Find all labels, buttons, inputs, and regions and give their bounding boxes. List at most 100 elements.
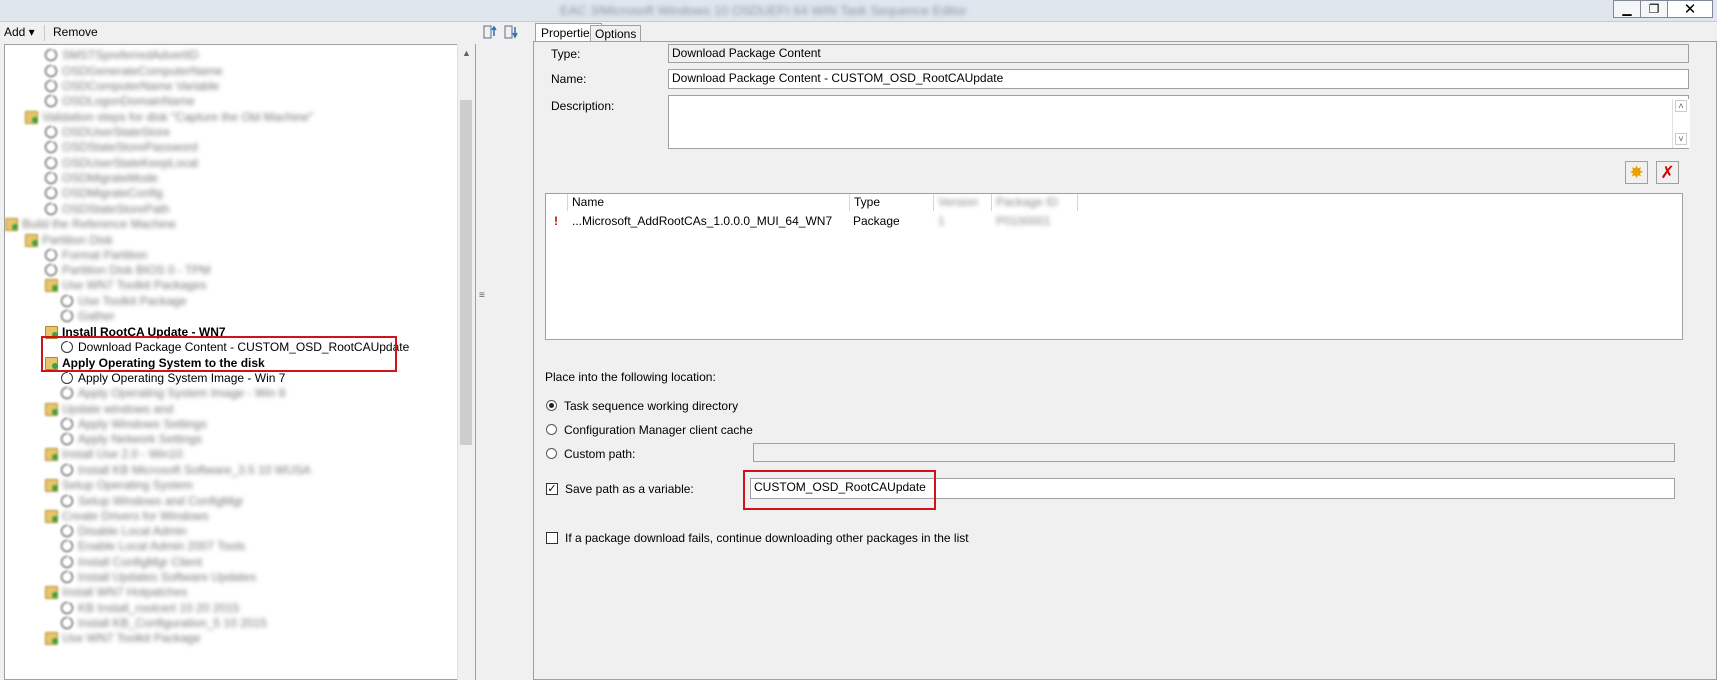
column-header-name[interactable]: Name [568, 194, 850, 211]
column-header-label: Version [938, 195, 979, 209]
tree-item-label: Apply Network Settings [78, 432, 203, 446]
step-check-icon [45, 248, 57, 261]
tree-item-label: Format Partition [62, 248, 148, 262]
continue-on-fail-checkbox[interactable] [546, 532, 558, 544]
tree-item-label: Use Toolkit Package [78, 294, 187, 308]
description-field[interactable] [668, 95, 1689, 149]
radio-client-cache[interactable] [546, 424, 557, 435]
tree-item-label: OSDUserStateStore [62, 125, 171, 139]
step-check-icon [61, 616, 73, 629]
scroll-up-icon[interactable]: ˄ [1675, 100, 1687, 112]
name-field[interactable]: Download Package Content - CUSTOM_OSD_Ro… [668, 69, 1689, 89]
step-check-icon [45, 202, 57, 215]
tree-item-label: OSDMigrateConfig [62, 186, 163, 200]
step-check-icon [61, 309, 73, 322]
remove-package-button[interactable]: ✗ [1656, 161, 1679, 184]
tree-item-label: Apply Operating System Image - Win 7 [78, 371, 286, 385]
move-up-icon[interactable] [483, 24, 499, 40]
tree-item-label: Setup Windows and ConfigMgr [78, 494, 244, 508]
column-header-version[interactable]: Version [934, 194, 992, 211]
tree-item-label: Enable Local Admin 2007 Tools [78, 539, 246, 553]
radio-client-cache-label[interactable]: Configuration Manager client cache [564, 423, 753, 437]
tab-options[interactable]: Options [590, 25, 642, 42]
packages-table[interactable]: Name Type Version Package ID ! ...Micros… [545, 193, 1683, 340]
step-check-icon [45, 48, 57, 61]
step-check-icon [45, 140, 57, 153]
toolbar-divider [44, 25, 45, 41]
radio-working-directory-label[interactable]: Task sequence working directory [564, 399, 738, 413]
type-label: Type: [551, 47, 581, 61]
save-variable-label[interactable]: Save path as a variable: [565, 482, 694, 496]
radio-working-directory[interactable] [546, 400, 557, 411]
step-check-icon [61, 539, 73, 552]
radio-custom-path[interactable] [546, 448, 557, 459]
scroll-up-arrow-icon[interactable]: ▲ [462, 48, 471, 58]
close-button[interactable]: ✕ [1667, 0, 1713, 18]
column-header-type[interactable]: Type [850, 194, 934, 211]
tree-item-label: Setup Operating System [62, 478, 193, 492]
step-check-icon [61, 570, 73, 583]
step-check-icon [61, 294, 73, 307]
description-scrollbar[interactable]: ˄ ˅ [1672, 99, 1690, 148]
tree-item-label: Use WN7 Toolkit Package [62, 631, 201, 645]
step-check-icon [61, 371, 73, 384]
tree-item-label: Install ConfigMgr Client [78, 555, 203, 569]
step-check-icon [45, 186, 57, 199]
step-check-icon [61, 524, 73, 537]
group-folder-icon [45, 510, 58, 523]
highlight-box-rootca-group [41, 336, 397, 372]
column-header-label: Type [854, 195, 881, 209]
group-folder-icon [5, 218, 18, 231]
minimize-button[interactable]: ▁ [1613, 0, 1641, 18]
step-check-icon [45, 171, 57, 184]
tree-item-label: Build the Reference Machine [22, 217, 177, 231]
type-field: Download Package Content [668, 44, 1689, 63]
tree-scrollbar-thumb[interactable] [460, 100, 472, 445]
step-check-icon [61, 417, 73, 430]
step-check-icon [61, 386, 73, 399]
table-header-spacer [546, 194, 568, 211]
tree-item-label: OSDStateStorePassword [62, 140, 198, 154]
step-check-icon [61, 463, 73, 476]
highlight-box-variable [743, 470, 936, 510]
column-header-label: Name [572, 195, 605, 209]
column-header-label: Package ID [996, 195, 1059, 209]
tree-item-label: Update windows and [62, 402, 174, 416]
step-check-icon [61, 555, 73, 568]
pane-splitter[interactable] [478, 44, 486, 680]
tree-item-label: OSDLogonDomainName [62, 94, 195, 108]
tree-item-label: Apply Operating System Image - Win 8 [78, 386, 286, 400]
group-folder-icon [45, 403, 58, 416]
tree-item-label: Install Use 2.0 - Win10 [62, 447, 183, 461]
step-check-icon [45, 94, 57, 107]
scroll-down-icon[interactable]: ˅ [1675, 133, 1687, 145]
step-check-icon [45, 79, 57, 92]
group-folder-icon [25, 111, 38, 124]
step-check-icon [61, 601, 73, 614]
step-check-icon [45, 64, 57, 77]
group-folder-icon [45, 479, 58, 492]
remove-button[interactable]: Remove [53, 25, 98, 39]
splitter-grip-icon[interactable]: ≡ [479, 290, 485, 301]
group-folder-icon [25, 234, 38, 247]
custom-path-field[interactable] [753, 443, 1675, 462]
tree-item-label: Use WN7 Toolkit Packages [62, 278, 207, 292]
row-package-id-cell: P0100001 [996, 214, 1051, 228]
add-menu-button[interactable]: Add ▾ [4, 25, 35, 39]
description-label: Description: [551, 99, 615, 113]
row-warning-marker: ! [554, 214, 558, 228]
group-folder-icon [45, 586, 58, 599]
add-package-button[interactable]: ✸ [1625, 161, 1648, 184]
continue-on-fail-label[interactable]: If a package download fails, continue do… [565, 531, 969, 545]
radio-custom-path-label[interactable]: Custom path: [564, 447, 635, 461]
row-name-cell: ...Microsoft_AddRootCAs_1.0.0.0_MUI_64_W… [572, 214, 833, 228]
move-down-icon[interactable] [504, 24, 520, 40]
tree-item-label: KB Install_rootcert 10 20 2015 [78, 601, 240, 615]
row-version-cell: 1 [938, 214, 945, 228]
tree-item-label: Install Updates Software Updates [78, 570, 257, 584]
tree-item-label: Install KB_Configuration_5 10 2015 [78, 616, 267, 630]
restore-button[interactable]: ❐ [1640, 0, 1668, 18]
column-header-package-id[interactable]: Package ID [992, 194, 1078, 211]
save-variable-checkbox[interactable]: ✓ [546, 483, 558, 495]
step-check-icon [45, 156, 57, 169]
